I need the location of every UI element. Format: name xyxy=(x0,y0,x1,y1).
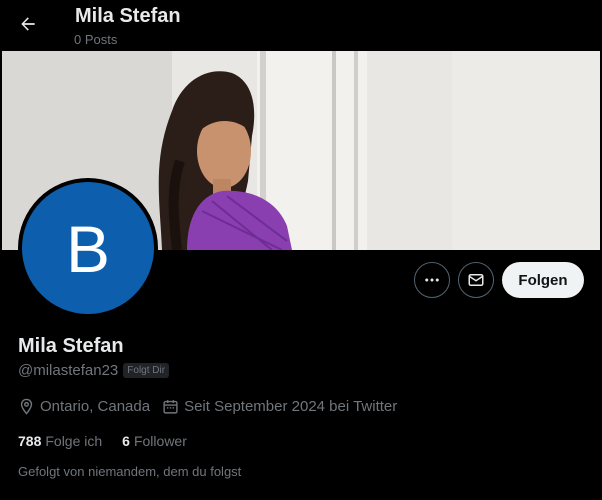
header-title: Mila Stefan xyxy=(75,5,181,27)
handle-row: @milastefan23 Folgt Dir xyxy=(18,362,170,379)
header-post-count: 0 Posts xyxy=(74,32,118,47)
following-label: Folge ich xyxy=(45,433,103,449)
arrow-left-icon xyxy=(21,17,35,31)
avatar-circle: B xyxy=(22,182,154,314)
joined-item: Seit September 2024 bei Twitter xyxy=(162,398,397,415)
followers-label: Follower xyxy=(133,433,187,449)
location-item: Ontario, Canada xyxy=(18,398,150,415)
profile-handle: @milastefan23 xyxy=(18,362,119,379)
more-horizontal-icon xyxy=(425,278,439,282)
envelope-icon xyxy=(468,274,484,286)
followers-count: 6 xyxy=(122,433,130,449)
profile-meta: Ontario, Canada Seit September 2024 bei … xyxy=(18,398,409,415)
location-pin-icon xyxy=(20,398,33,415)
follows-you-badge: Folgt Dir xyxy=(123,363,170,378)
back-button[interactable] xyxy=(14,10,42,38)
avatar[interactable]: B xyxy=(18,178,158,318)
followers-stat[interactable]: 6 Follower xyxy=(122,433,187,449)
location-text: Ontario, Canada xyxy=(40,398,151,415)
follow-stats: 788 Folge ich 6 Follower xyxy=(18,433,207,449)
following-count: 788 xyxy=(18,433,42,449)
following-stat[interactable]: 788 Folge ich xyxy=(18,433,102,449)
followed-by-text: Gefolgt von niemandem, dem du folgst xyxy=(18,464,242,479)
avatar-initial: B xyxy=(65,212,111,286)
message-button[interactable] xyxy=(458,262,494,298)
joined-text: Seit September 2024 bei Twitter xyxy=(184,398,398,415)
follow-button[interactable]: Folgen xyxy=(502,262,584,298)
profile-display-name: Mila Stefan xyxy=(18,335,124,357)
calendar-icon xyxy=(163,400,178,414)
profile-header: Mila Stefan 0 Posts xyxy=(0,0,602,51)
more-options-button[interactable] xyxy=(414,262,450,298)
